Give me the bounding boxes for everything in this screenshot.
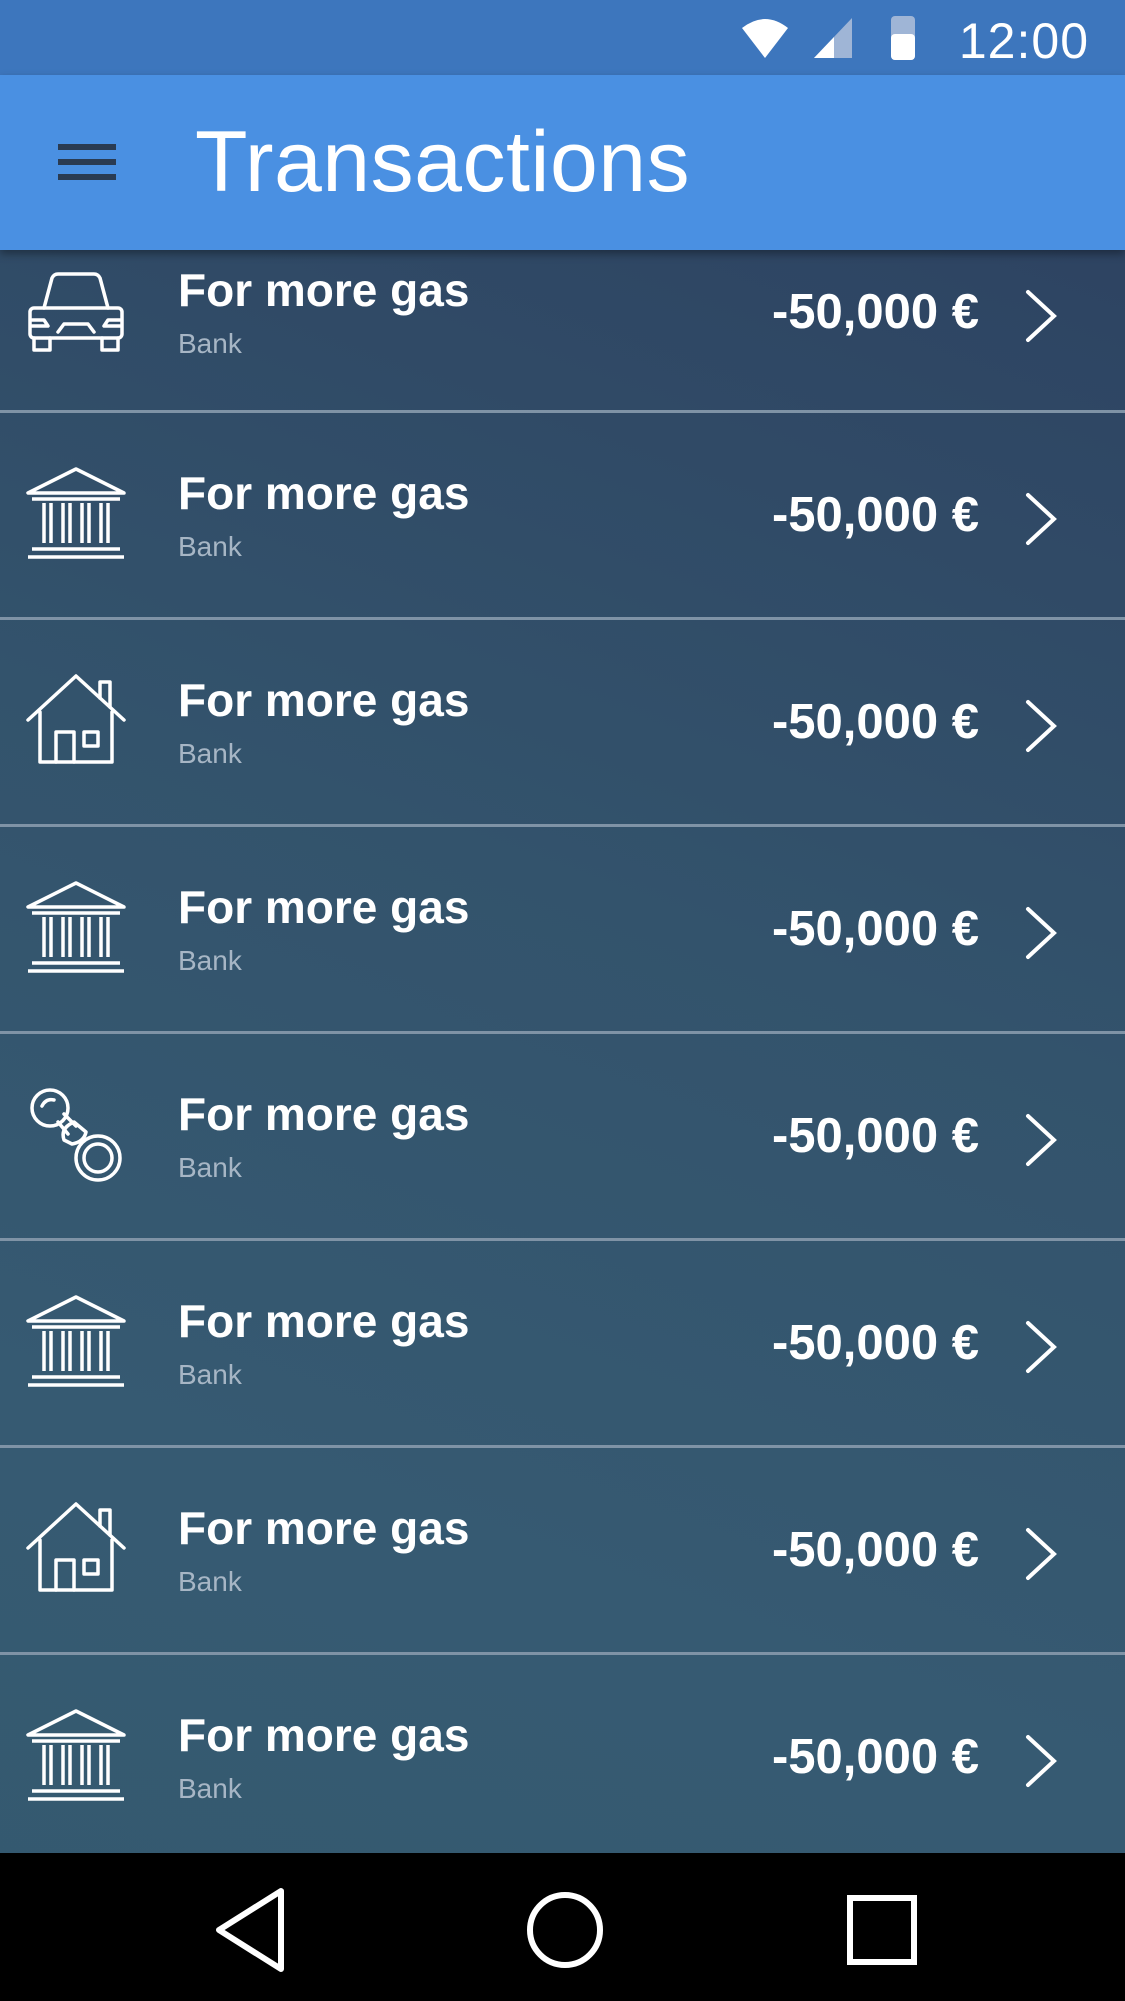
transaction-amount: -50,000 €: [771, 1109, 979, 1163]
transaction-subtitle: Bank: [178, 945, 242, 976]
chevron-right-icon: [1023, 1319, 1059, 1375]
chevron-right-icon: [1023, 1733, 1059, 1789]
recents-icon[interactable]: [827, 1875, 937, 1985]
transaction-subtitle: Bank: [178, 328, 242, 359]
page-title: Transactions: [195, 114, 691, 210]
wifi-icon: [740, 14, 790, 65]
car-icon: [24, 260, 128, 364]
transaction-row[interactable]: For more gas Bank -50,000 €: [0, 248, 1125, 413]
transaction-title: For more gas: [178, 264, 470, 316]
transaction-title: For more gas: [178, 881, 470, 933]
chevron-right-icon: [1023, 1112, 1059, 1168]
transaction-title: For more gas: [178, 1088, 470, 1140]
back-icon[interactable]: [195, 1875, 305, 1985]
battery-icon: [888, 14, 918, 67]
transaction-subtitle: Bank: [178, 738, 242, 769]
chevron-right-icon: [1023, 288, 1059, 344]
transaction-amount: -50,000 €: [771, 1316, 979, 1370]
transaction-amount: -50,000 €: [771, 488, 979, 542]
chevron-right-icon: [1023, 905, 1059, 961]
transaction-amount: -50,000 €: [771, 1730, 979, 1784]
pacifier-icon: [24, 1084, 128, 1188]
transaction-row[interactable]: For more gas Bank -50,000 €: [0, 1655, 1125, 1862]
hamburger-menu-icon[interactable]: [40, 127, 136, 197]
transaction-amount: -50,000 €: [771, 902, 979, 956]
chevron-right-icon: [1023, 698, 1059, 754]
bank-icon: [24, 463, 128, 567]
transaction-subtitle: Bank: [178, 1773, 242, 1804]
transaction-list: For more gas Bank -50,000 € For more gas…: [0, 248, 1125, 1862]
transaction-amount: -50,000 €: [771, 695, 979, 749]
chevron-right-icon: [1023, 1526, 1059, 1582]
transaction-subtitle: Bank: [178, 531, 242, 562]
navigation-bar: [0, 1853, 1125, 2001]
transaction-title: For more gas: [178, 1502, 470, 1554]
transaction-row[interactable]: For more gas Bank -50,000 €: [0, 1034, 1125, 1241]
transaction-subtitle: Bank: [178, 1152, 242, 1183]
transaction-row[interactable]: For more gas Bank -50,000 €: [0, 1241, 1125, 1448]
transaction-amount: -50,000 €: [771, 285, 979, 339]
status-bar: 12:00: [0, 0, 1125, 75]
transaction-title: For more gas: [178, 674, 470, 726]
house-icon: [24, 670, 128, 774]
transaction-subtitle: Bank: [178, 1359, 242, 1390]
cellular-signal-icon: [812, 14, 854, 65]
transaction-title: For more gas: [178, 1709, 470, 1761]
transaction-title: For more gas: [178, 467, 470, 519]
bank-icon: [24, 877, 128, 981]
transaction-subtitle: Bank: [178, 1566, 242, 1597]
app-bar: Transactions: [0, 75, 1125, 250]
transaction-title: For more gas: [178, 1295, 470, 1347]
chevron-right-icon: [1023, 491, 1059, 547]
home-icon[interactable]: [510, 1875, 620, 1985]
bank-icon: [24, 1291, 128, 1395]
transaction-row[interactable]: For more gas Bank -50,000 €: [0, 620, 1125, 827]
transaction-row[interactable]: For more gas Bank -50,000 €: [0, 827, 1125, 1034]
house-icon: [24, 1498, 128, 1602]
transaction-row[interactable]: For more gas Bank -50,000 €: [0, 413, 1125, 620]
bank-icon: [24, 1705, 128, 1809]
transaction-row[interactable]: For more gas Bank -50,000 €: [0, 1448, 1125, 1655]
transaction-amount: -50,000 €: [771, 1523, 979, 1577]
transactions-screen: 12:00 Transactions For more gas Bank -50…: [0, 0, 1125, 2001]
status-time: 12:00: [958, 13, 1089, 69]
